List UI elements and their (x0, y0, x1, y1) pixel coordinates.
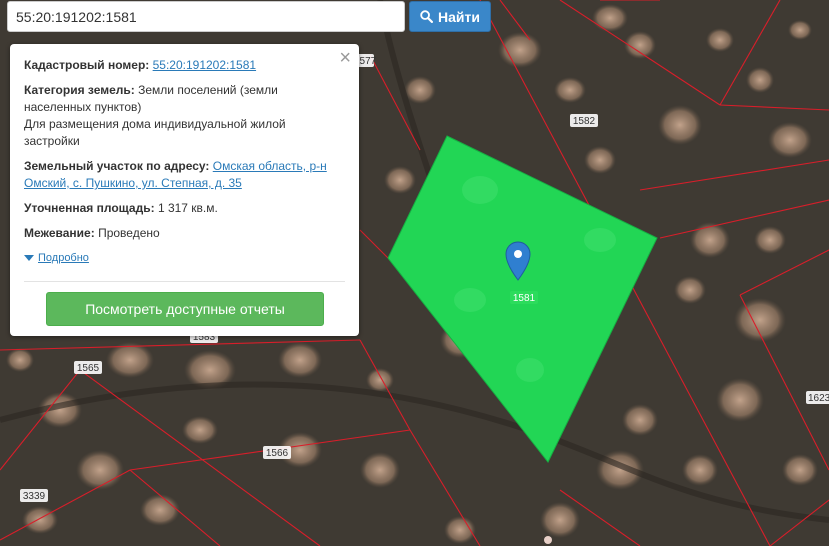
search-icon (420, 10, 434, 23)
parcel-label-1566-text: 1566 (266, 448, 289, 459)
search-button-label: Найти (438, 8, 480, 25)
cadastral-number-row: Кадастровый номер: 55:20:191202:1581 (24, 57, 345, 74)
survey-value: Проведено (98, 226, 160, 240)
parcel-label-1623: 1623 (806, 391, 829, 404)
details-link-label: Подробно (38, 252, 89, 264)
survey-row: Межевание: Проведено (24, 225, 345, 242)
area-value: 1 317 кв.м. (157, 201, 218, 215)
parcel-label-3339-text: 3339 (23, 491, 46, 502)
land-use-1: Для размещения дома индивидуальной жилой (24, 117, 286, 131)
address-link-2[interactable]: Омский, с. Пушкино, ул. Степная, д. 35 (24, 176, 242, 190)
parcel-label-1581-text: 1581 (513, 293, 536, 304)
area-label: Уточненная площадь: (24, 201, 155, 215)
caret-down-icon (24, 255, 34, 261)
address-link-1[interactable]: Омская область, р-н (213, 159, 327, 173)
parcel-label-1565: 1565 (74, 361, 102, 374)
parcel-label-3339: 3339 (20, 489, 48, 502)
parcel-label-1623-text: 1623 (808, 393, 829, 404)
parcel-label-1566: 1566 (263, 446, 291, 459)
land-category-value-1: Земли поселений (земли (138, 83, 278, 97)
parcel-label-1565-text: 1565 (77, 363, 100, 374)
parcel-label-1582: 1582 (570, 114, 598, 127)
survey-label: Межевание: (24, 226, 95, 240)
map-point (544, 536, 552, 544)
land-category-row: Категория земель: Земли поселений (земли… (24, 82, 345, 150)
address-label: Земельный участок по адресу: (24, 159, 210, 173)
area-row: Уточненная площадь: 1 317 кв.м. (24, 200, 345, 217)
search-button[interactable]: Найти (409, 1, 491, 32)
cadastral-number-link[interactable]: 55:20:191202:1581 (153, 58, 256, 72)
parcel-label-1581: 1581 (510, 291, 538, 304)
details-link[interactable]: Подробно (24, 250, 345, 267)
cadastral-number-label: Кадастровый номер: (24, 58, 150, 72)
parcel-label-1582-text: 1582 (573, 116, 596, 127)
land-use-2: застройки (24, 134, 80, 148)
address-row: Земельный участок по адресу: Омская обла… (24, 158, 345, 192)
land-category-value-2: населенных пунктов) (24, 100, 142, 114)
view-reports-button[interactable]: Посмотреть доступные отчеты (46, 292, 324, 326)
land-category-label: Категория земель: (24, 83, 135, 97)
search-input[interactable] (7, 1, 405, 32)
close-icon[interactable]: × (339, 48, 351, 68)
popup-divider (24, 281, 345, 282)
parcel-info-popup: × Кадастровый номер: 55:20:191202:1581 К… (10, 44, 359, 336)
